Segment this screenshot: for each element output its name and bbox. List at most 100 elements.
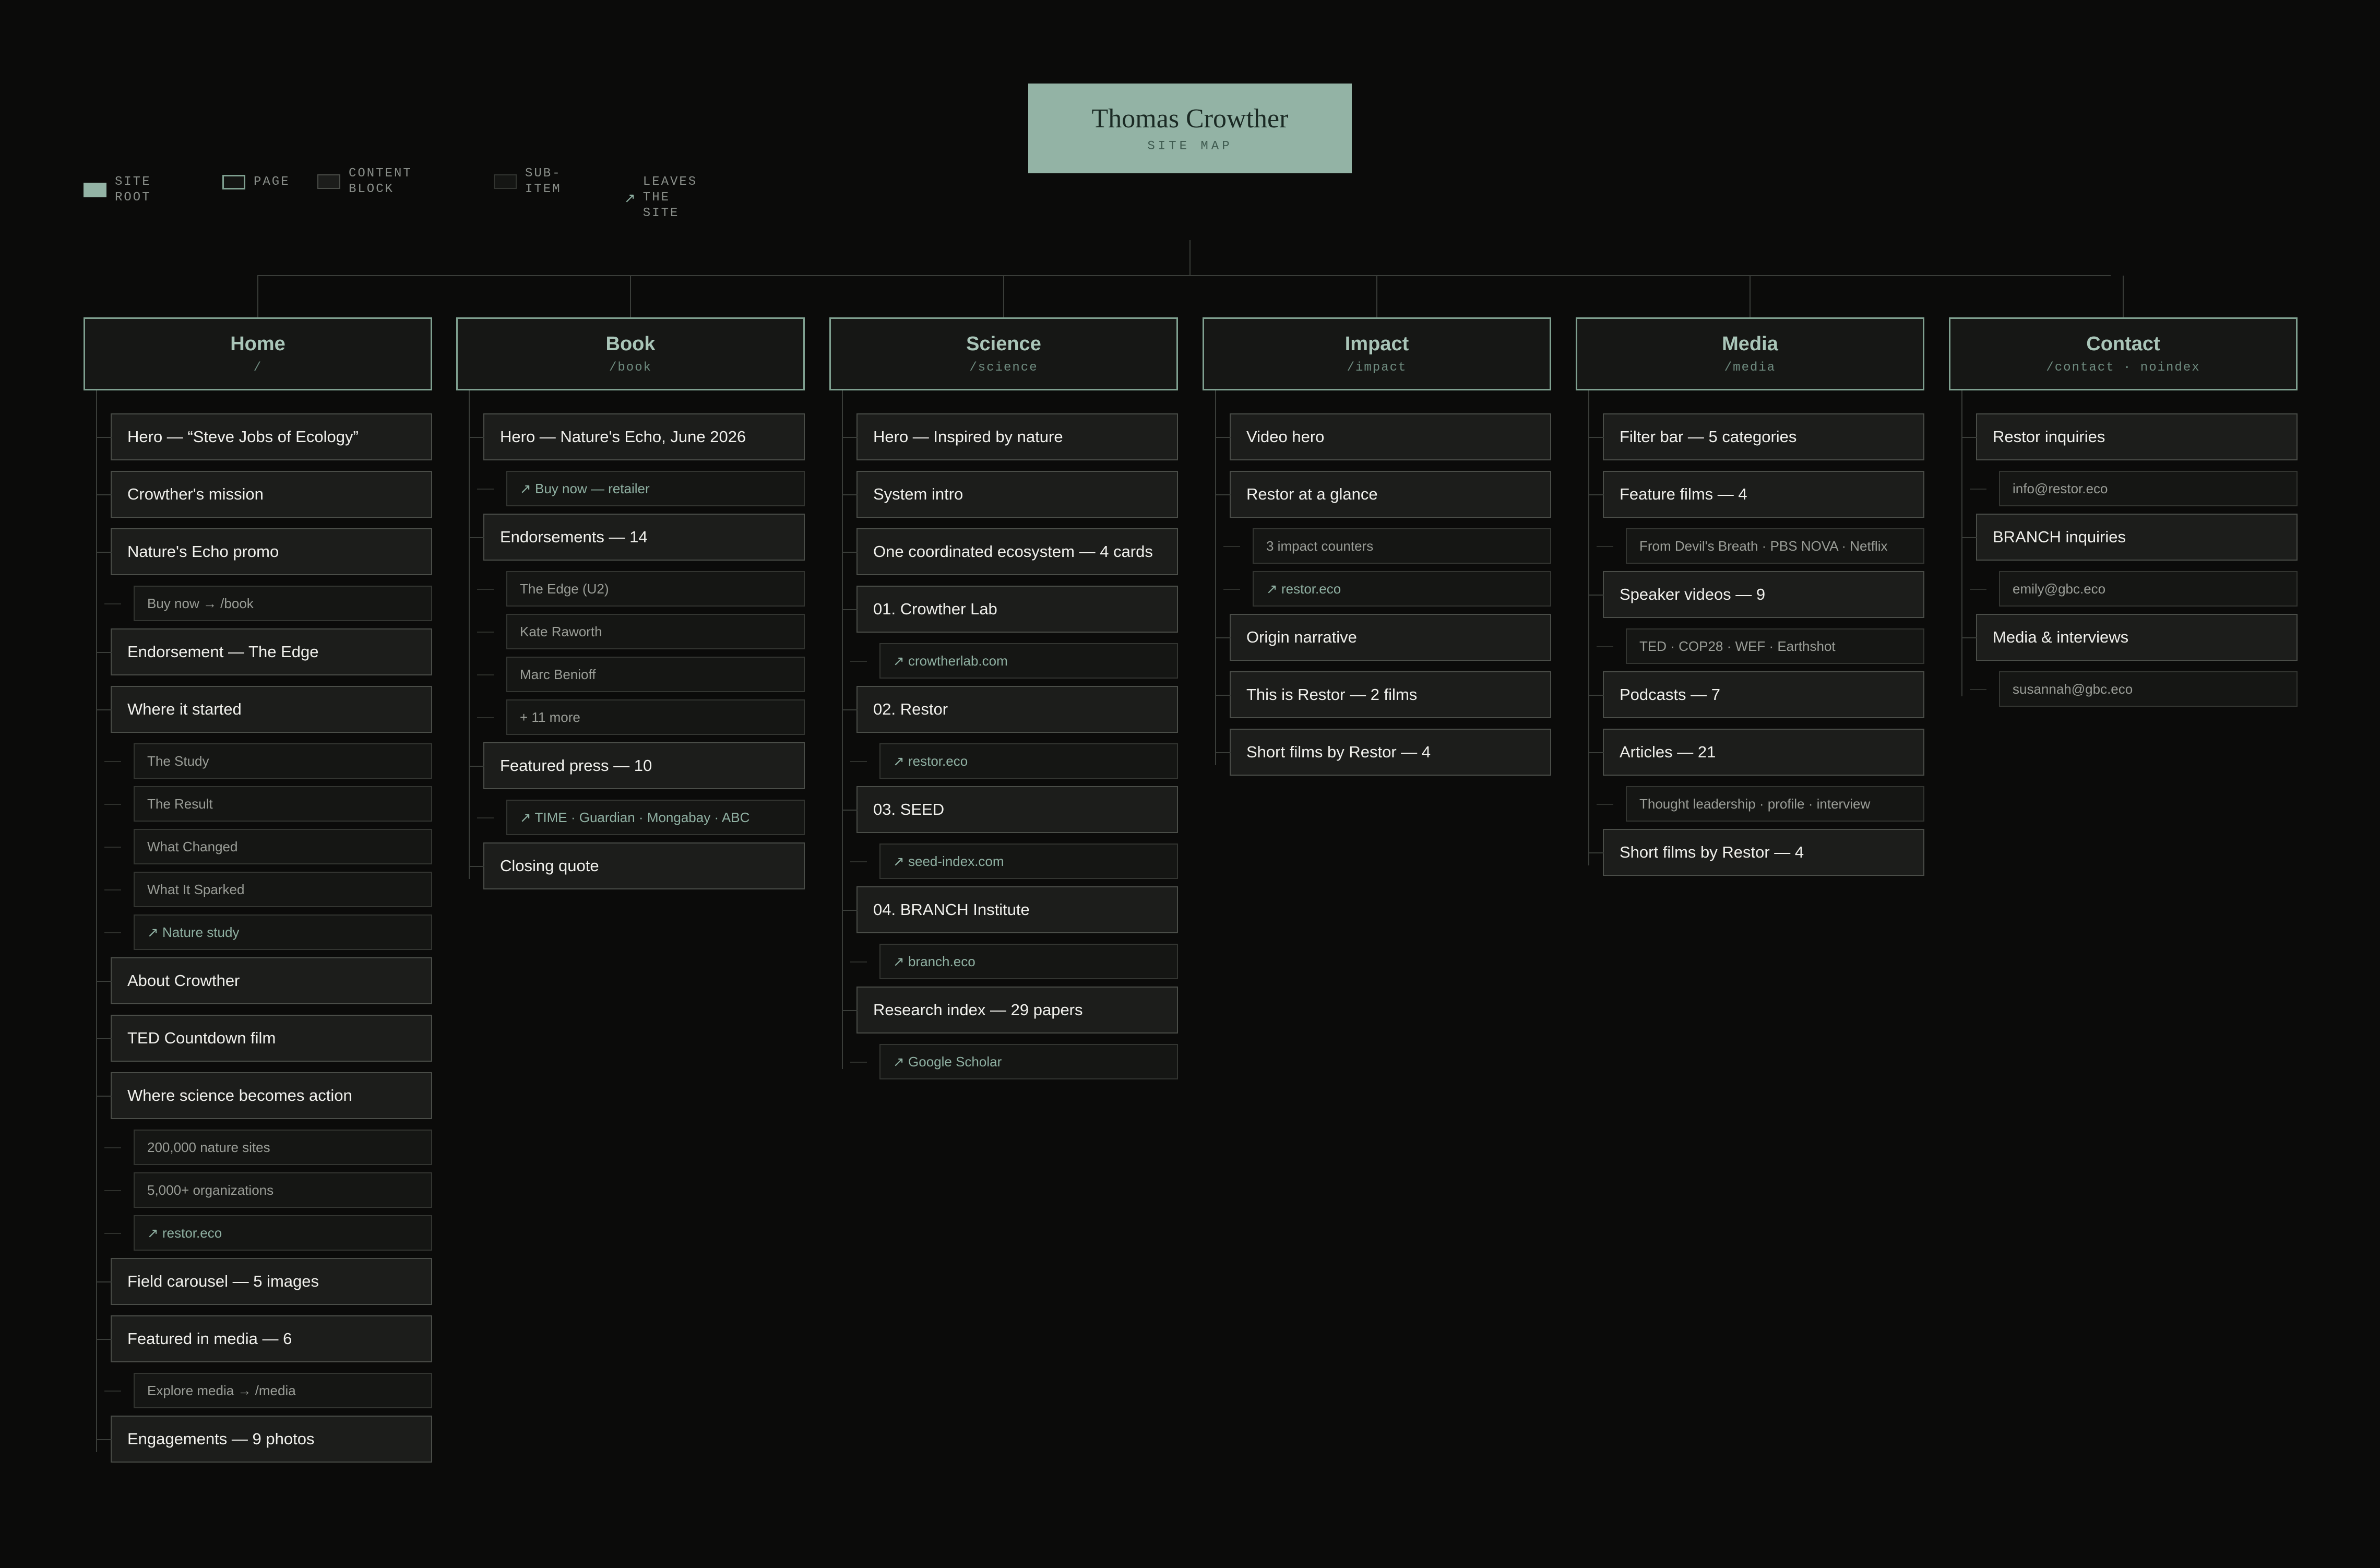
item-label: 04. BRANCH Institute	[873, 900, 1030, 919]
tree-connector	[1589, 494, 1604, 495]
sub-item: 5,000+ organizations	[104, 1172, 432, 1208]
tree-connector	[97, 709, 112, 710]
tree-connector	[850, 861, 867, 862]
page-content-list: Hero — “Steve Jobs of Ecology” Crowther's…	[84, 390, 432, 1463]
item-label: 200,000 nature sites	[147, 1139, 270, 1155]
tree-connector	[470, 537, 484, 538]
page-node-science[interactable]: Science/science	[829, 317, 1178, 390]
external-link-item[interactable]: ↗ crowtherlab.com	[850, 643, 1178, 679]
sub-item: Explore media → /media	[104, 1373, 432, 1408]
item-label: ↗ branch.eco	[893, 954, 975, 969]
page-path: /impact	[1347, 361, 1407, 375]
item-label: The Result	[147, 796, 213, 812]
content-block: Hero — Nature's Echo, June 2026	[470, 413, 805, 460]
page-content-list: Hero — Nature's Echo, June 2026 ↗ Buy now…	[456, 390, 805, 889]
page-title: Contact	[2086, 333, 2160, 355]
page-node-book[interactable]: Book/book	[456, 317, 805, 390]
tree-connector	[97, 1439, 112, 1440]
content-block: Where science becomes action	[97, 1072, 432, 1119]
sub-item: What It Sparked	[104, 872, 432, 907]
external-link-item[interactable]: ↗ TIME · Guardian · Mongabay · ABC	[477, 800, 805, 835]
page-path: /science	[969, 361, 1038, 375]
page-column-impact: Impact/impact Video hero Restor at a glanc…	[1203, 317, 1551, 786]
item-label: Podcasts — 7	[1620, 685, 1720, 704]
tree-connector	[843, 810, 858, 811]
page-path: /book	[609, 361, 652, 375]
tree-connector	[477, 489, 494, 490]
tree-connector	[477, 589, 494, 590]
external-link-item[interactable]: ↗ seed-index.com	[850, 844, 1178, 879]
page-node-home[interactable]: Home /	[84, 317, 432, 390]
content-block: About Crowther	[97, 957, 432, 1004]
item-label: 5,000+ organizations	[147, 1182, 274, 1198]
external-link-item[interactable]: ↗ restor.eco	[1223, 571, 1551, 607]
page-node-contact[interactable]: Contact/contact · noindex	[1949, 317, 2298, 390]
content-block: One coordinated ecosystem — 4 cards	[843, 528, 1178, 575]
content-block: This is Restor — 2 films	[1216, 671, 1551, 718]
tree-connector	[104, 804, 121, 805]
tree-connector	[97, 1339, 112, 1340]
item-label: Featured press — 10	[500, 756, 652, 775]
sub-item: The Result	[104, 786, 432, 822]
tree-connector	[470, 766, 484, 767]
site-title: Thomas Crowther	[1091, 104, 1289, 134]
content-block: Short films by Restor — 4	[1589, 829, 1924, 876]
item-label: Nature's Echo promo	[127, 542, 279, 561]
legend-item-content-block: CONTENT BLOCK	[317, 166, 412, 197]
content-block: Where it started	[97, 686, 432, 733]
content-block: Media & interviews	[1962, 614, 2298, 661]
item-label: ↗ TIME · Guardian · Mongabay · ABC	[520, 810, 750, 825]
external-link-item[interactable]: ↗ restor.eco	[850, 743, 1178, 779]
branch-line	[257, 275, 2111, 276]
sub-item: The Edge (U2)	[477, 571, 805, 607]
external-link-item[interactable]: ↗ Nature study	[104, 914, 432, 950]
legend-swatch-root	[84, 183, 106, 197]
sub-item: Kate Raworth	[477, 614, 805, 649]
tree-connector	[850, 761, 867, 762]
item-label: Buy now → /book	[147, 596, 254, 611]
tree-connector	[104, 1190, 121, 1191]
content-block: Hero — Inspired by nature	[843, 413, 1178, 460]
page-connector-media	[1750, 276, 1751, 317]
page-column-contact: Contact/contact · noindex Restor inquirie…	[1949, 317, 2298, 714]
content-block: 02. Restor	[843, 686, 1178, 733]
page-connector-science	[1003, 276, 1004, 317]
tree-connector	[1597, 646, 1613, 647]
page-column-book: Book/book Hero — Nature's Echo, June 2026…	[456, 317, 805, 900]
item-label: About Crowther	[127, 971, 240, 990]
tree-connector	[1970, 589, 1986, 590]
content-block: TED Countdown film	[97, 1015, 432, 1062]
external-link-item[interactable]: ↗ branch.eco	[850, 944, 1178, 979]
content-block: Endorsements — 14	[470, 514, 805, 561]
item-label: Where science becomes action	[127, 1086, 352, 1104]
external-link-item[interactable]: ↗ restor.eco	[104, 1215, 432, 1251]
tree-connector	[97, 437, 112, 438]
page-content-list: Filter bar — 5 categories Feature films —…	[1576, 390, 1924, 876]
item-label: Hero — Inspired by nature	[873, 427, 1063, 446]
sub-item: 3 impact counters	[1223, 528, 1551, 564]
item-label: info@restor.eco	[2013, 481, 2108, 496]
tree-connector	[477, 632, 494, 633]
item-label: ↗ restor.eco	[893, 753, 968, 769]
tree-spine	[96, 390, 97, 1452]
page-connector-book	[630, 276, 631, 317]
tree-connector	[97, 1281, 112, 1282]
page-node-media[interactable]: Media/media	[1576, 317, 1924, 390]
item-label: ↗ Nature study	[147, 924, 240, 940]
tree-connector	[1589, 852, 1604, 853]
page-node-impact[interactable]: Impact/impact	[1203, 317, 1551, 390]
tree-connector	[104, 1391, 121, 1392]
external-link-item[interactable]: ↗ Google Scholar	[850, 1044, 1178, 1079]
page-connector-impact	[1376, 276, 1377, 317]
item-label: Marc Benioff	[520, 667, 596, 682]
tree-connector	[1597, 546, 1613, 547]
page-content-list: Hero — Inspired by nature System intro One…	[829, 390, 1178, 1079]
tree-connector	[477, 674, 494, 675]
external-link-item[interactable]: ↗ Buy now — retailer	[477, 471, 805, 506]
content-block: Field carousel — 5 images	[97, 1258, 432, 1305]
sub-item: Buy now → /book	[104, 586, 432, 621]
content-block: 03. SEED	[843, 786, 1178, 833]
item-label: Hero — “Steve Jobs of Ecology”	[127, 427, 359, 446]
item-label: System intro	[873, 485, 963, 503]
item-label: 3 impact counters	[1266, 538, 1374, 554]
